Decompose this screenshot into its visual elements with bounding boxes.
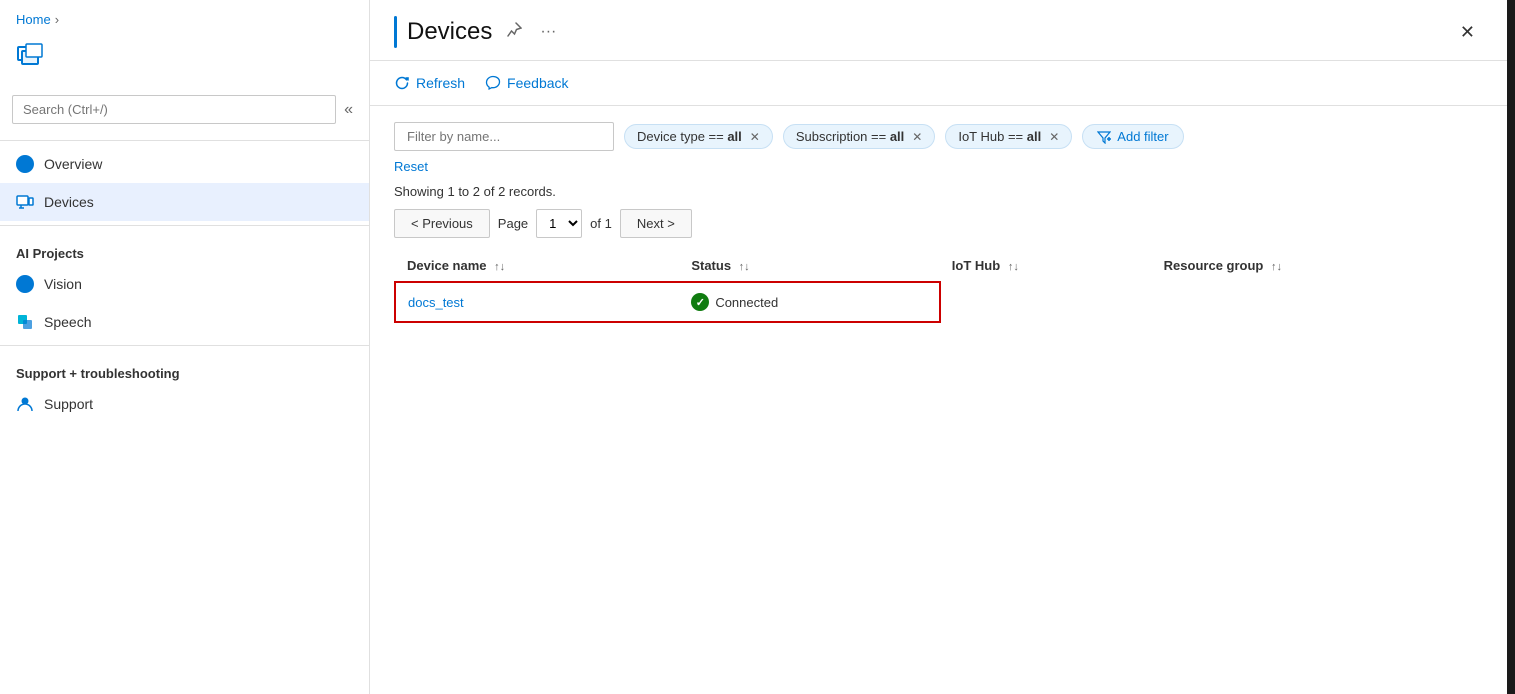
subscription-filter-chip[interactable]: Subscription == all ✕ [783,124,935,149]
device-type-filter-close[interactable]: ✕ [750,130,760,144]
col-status-label: Status [691,258,731,273]
content-area: Device type == all ✕ Subscription == all… [370,106,1507,694]
device-name-sort-icon: ↑↓ [494,261,505,273]
page-of: of 1 [590,216,612,231]
vision-icon [16,275,34,293]
col-status[interactable]: Status ↑↓ [679,250,939,282]
search-input[interactable] [12,95,336,124]
filter-bar: Device type == all ✕ Subscription == all… [394,122,1483,151]
subscription-filter-close[interactable]: ✕ [912,130,922,144]
breadcrumb-home[interactable]: Home [16,12,51,27]
add-filter-icon [1097,130,1111,144]
ai-projects-section: AI Projects [0,230,369,265]
support-section: Support + troubleshooting [0,350,369,385]
sidebar-divider-1 [0,140,369,141]
iot-hub-cell [940,282,1152,322]
refresh-label: Refresh [416,75,465,91]
resource-group-sort-icon: ↑↓ [1271,261,1282,273]
page-label: Page [498,216,528,231]
iot-hub-filter-close[interactable]: ✕ [1049,130,1059,144]
feedback-button[interactable]: Feedback [485,71,568,95]
breadcrumb-separator: › [55,12,59,27]
device-type-filter-label: Device type == all [637,129,742,144]
reset-link[interactable]: Reset [394,159,1483,174]
sidebar: Home › « Overview Devices [0,0,370,694]
previous-button[interactable]: < Previous [394,209,490,238]
status-connected: Connected [691,293,926,311]
sidebar-nav: Overview Devices AI Projects Vision Spee… [0,145,369,694]
more-options-button[interactable]: ··· [536,19,560,45]
sidebar-item-support-label: Support [44,396,93,412]
pagination: < Previous Page 1 of 1 Next > [394,209,1483,238]
title-divider [394,16,397,48]
page-select[interactable]: 1 [536,209,582,238]
table-body: docs_test Connected [395,282,1483,322]
refresh-button[interactable]: Refresh [394,71,465,95]
sidebar-divider-2 [0,225,369,226]
status-sort-icon: ↑↓ [739,261,750,273]
collapse-button[interactable]: « [340,97,357,123]
refresh-icon [394,75,410,91]
speech-icon [16,313,34,331]
filter-by-name-input[interactable] [394,122,614,151]
breadcrumb: Home › [0,0,369,35]
col-resource-group[interactable]: Resource group ↑↓ [1152,250,1483,282]
sidebar-item-devices[interactable]: Devices [0,183,369,221]
app-logo [0,35,369,95]
col-iot-hub[interactable]: IoT Hub ↑↓ [940,250,1152,282]
pin-icon [506,22,522,38]
col-device-name[interactable]: Device name ↑↓ [395,250,679,282]
device-name-link[interactable]: docs_test [408,295,464,310]
sidebar-item-devices-label: Devices [44,194,94,210]
sidebar-item-vision-label: Vision [44,276,82,292]
device-type-filter-chip[interactable]: Device type == all ✕ [624,124,773,149]
sidebar-search-area: « [12,95,357,124]
pin-button[interactable] [502,18,526,47]
title-bar: Devices ··· [394,16,1440,48]
devices-table: Device name ↑↓ Status ↑↓ IoT Hub ↑↓ Reso… [394,250,1483,323]
sidebar-item-speech[interactable]: Speech [0,303,369,341]
connected-status-icon [691,293,709,311]
feedback-icon [485,75,501,91]
status-cell: Connected [679,282,939,322]
toolbar: Refresh Feedback [370,61,1507,106]
iot-hub-sort-icon: ↑↓ [1008,261,1019,273]
status-label: Connected [715,295,778,310]
sidebar-item-vision[interactable]: Vision [0,265,369,303]
col-resource-group-label: Resource group [1164,258,1264,273]
device-name-cell: docs_test [395,282,679,322]
table-row: docs_test Connected [395,282,1483,322]
col-device-name-label: Device name [407,258,487,273]
feedback-label: Feedback [507,75,568,91]
sidebar-item-overview-label: Overview [44,156,102,172]
more-dots: ··· [540,23,556,40]
table-header: Device name ↑↓ Status ↑↓ IoT Hub ↑↓ Reso… [395,250,1483,282]
iot-hub-filter-chip[interactable]: IoT Hub == all ✕ [945,124,1072,149]
sidebar-item-support[interactable]: Support [0,385,369,423]
add-filter-button[interactable]: Add filter [1082,124,1183,149]
sidebar-divider-3 [0,345,369,346]
subscription-filter-label: Subscription == all [796,129,904,144]
close-button[interactable]: ✕ [1452,18,1483,47]
main-content: Devices ··· ✕ Refresh Feedback [370,0,1507,694]
main-header: Devices ··· ✕ [370,0,1507,61]
page-title: Devices [407,18,492,46]
col-iot-hub-label: IoT Hub [952,258,1000,273]
next-button[interactable]: Next > [620,209,692,238]
add-filter-label: Add filter [1117,129,1168,144]
sidebar-item-speech-label: Speech [44,314,91,330]
sidebar-item-overview[interactable]: Overview [0,145,369,183]
logo-icon [16,43,56,79]
iot-hub-filter-label: IoT Hub == all [958,129,1041,144]
resource-group-cell [1152,282,1483,322]
records-info: Showing 1 to 2 of 2 records. [394,184,1483,199]
support-icon [16,395,34,413]
right-scrollbar [1507,0,1515,694]
devices-icon [16,193,34,211]
overview-icon [16,155,34,173]
